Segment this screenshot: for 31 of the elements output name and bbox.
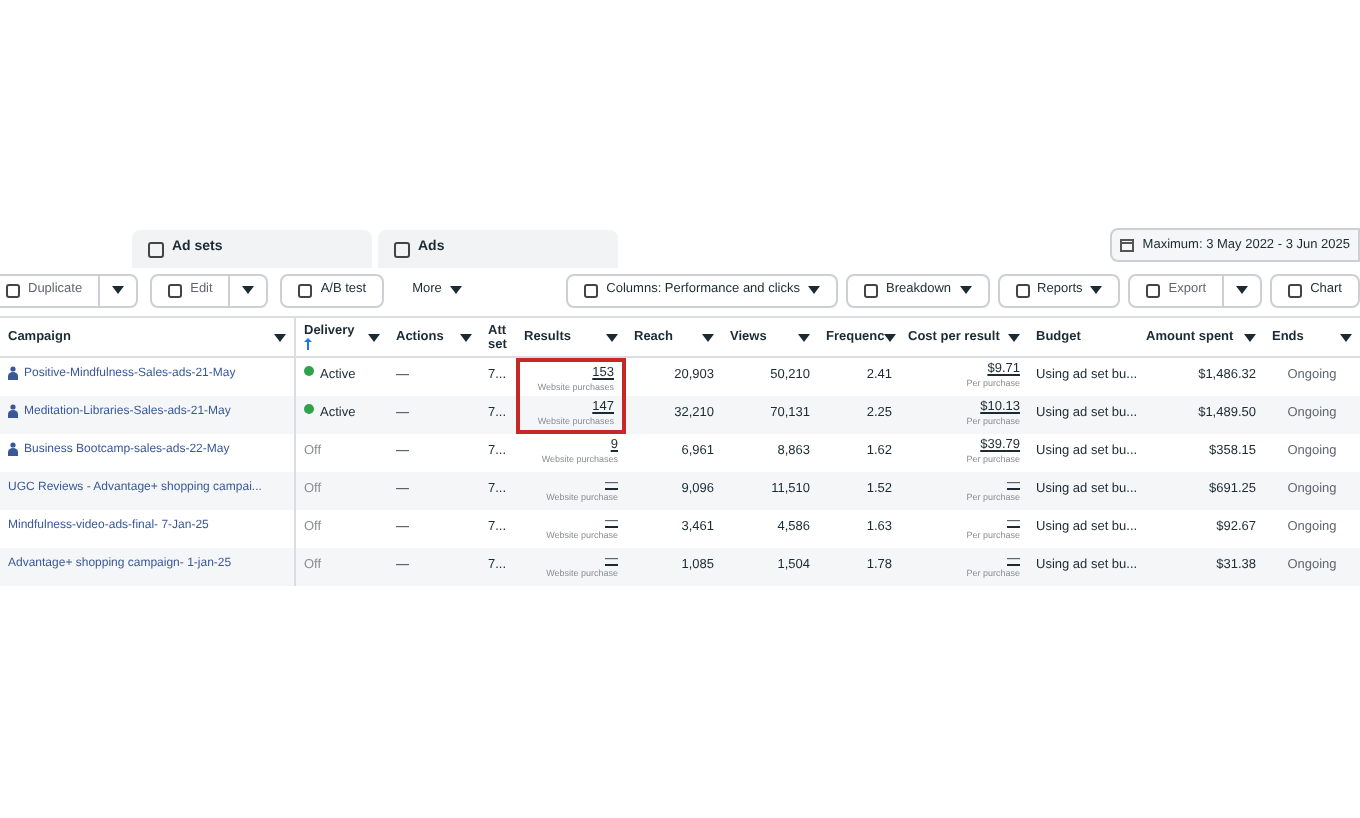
caret-icon (368, 333, 380, 341)
caret-icon (959, 286, 972, 294)
caret-icon (274, 333, 286, 341)
tool-icon (298, 283, 313, 297)
caret-icon (449, 286, 462, 294)
dropdown-button[interactable] (100, 273, 139, 307)
caret-icon (808, 286, 820, 294)
tool-icon (6, 283, 20, 297)
tool-icon (1146, 283, 1161, 297)
tab-icon (148, 241, 164, 257)
caret-icon (884, 333, 897, 341)
caret-icon (702, 333, 714, 341)
tool-icon (864, 283, 878, 297)
calendar-icon (1120, 238, 1135, 252)
tab-icon (394, 241, 410, 257)
caret-icon (242, 286, 255, 294)
tool-icon (168, 283, 183, 297)
dropdown-button[interactable] (230, 273, 269, 307)
tool-icon (1288, 283, 1303, 297)
dropdown-button[interactable] (1224, 273, 1263, 307)
tool-icon (1015, 283, 1030, 297)
caret-icon (1340, 333, 1352, 341)
caret-icon (460, 333, 472, 341)
caret-icon (1236, 286, 1249, 294)
caret-icon (606, 333, 618, 341)
caret-icon (798, 333, 810, 341)
caret-icon (1090, 286, 1103, 294)
tool-icon (584, 283, 599, 297)
caret-icon (1244, 333, 1256, 341)
caret-icon (112, 286, 125, 294)
caret-icon (1008, 333, 1020, 341)
